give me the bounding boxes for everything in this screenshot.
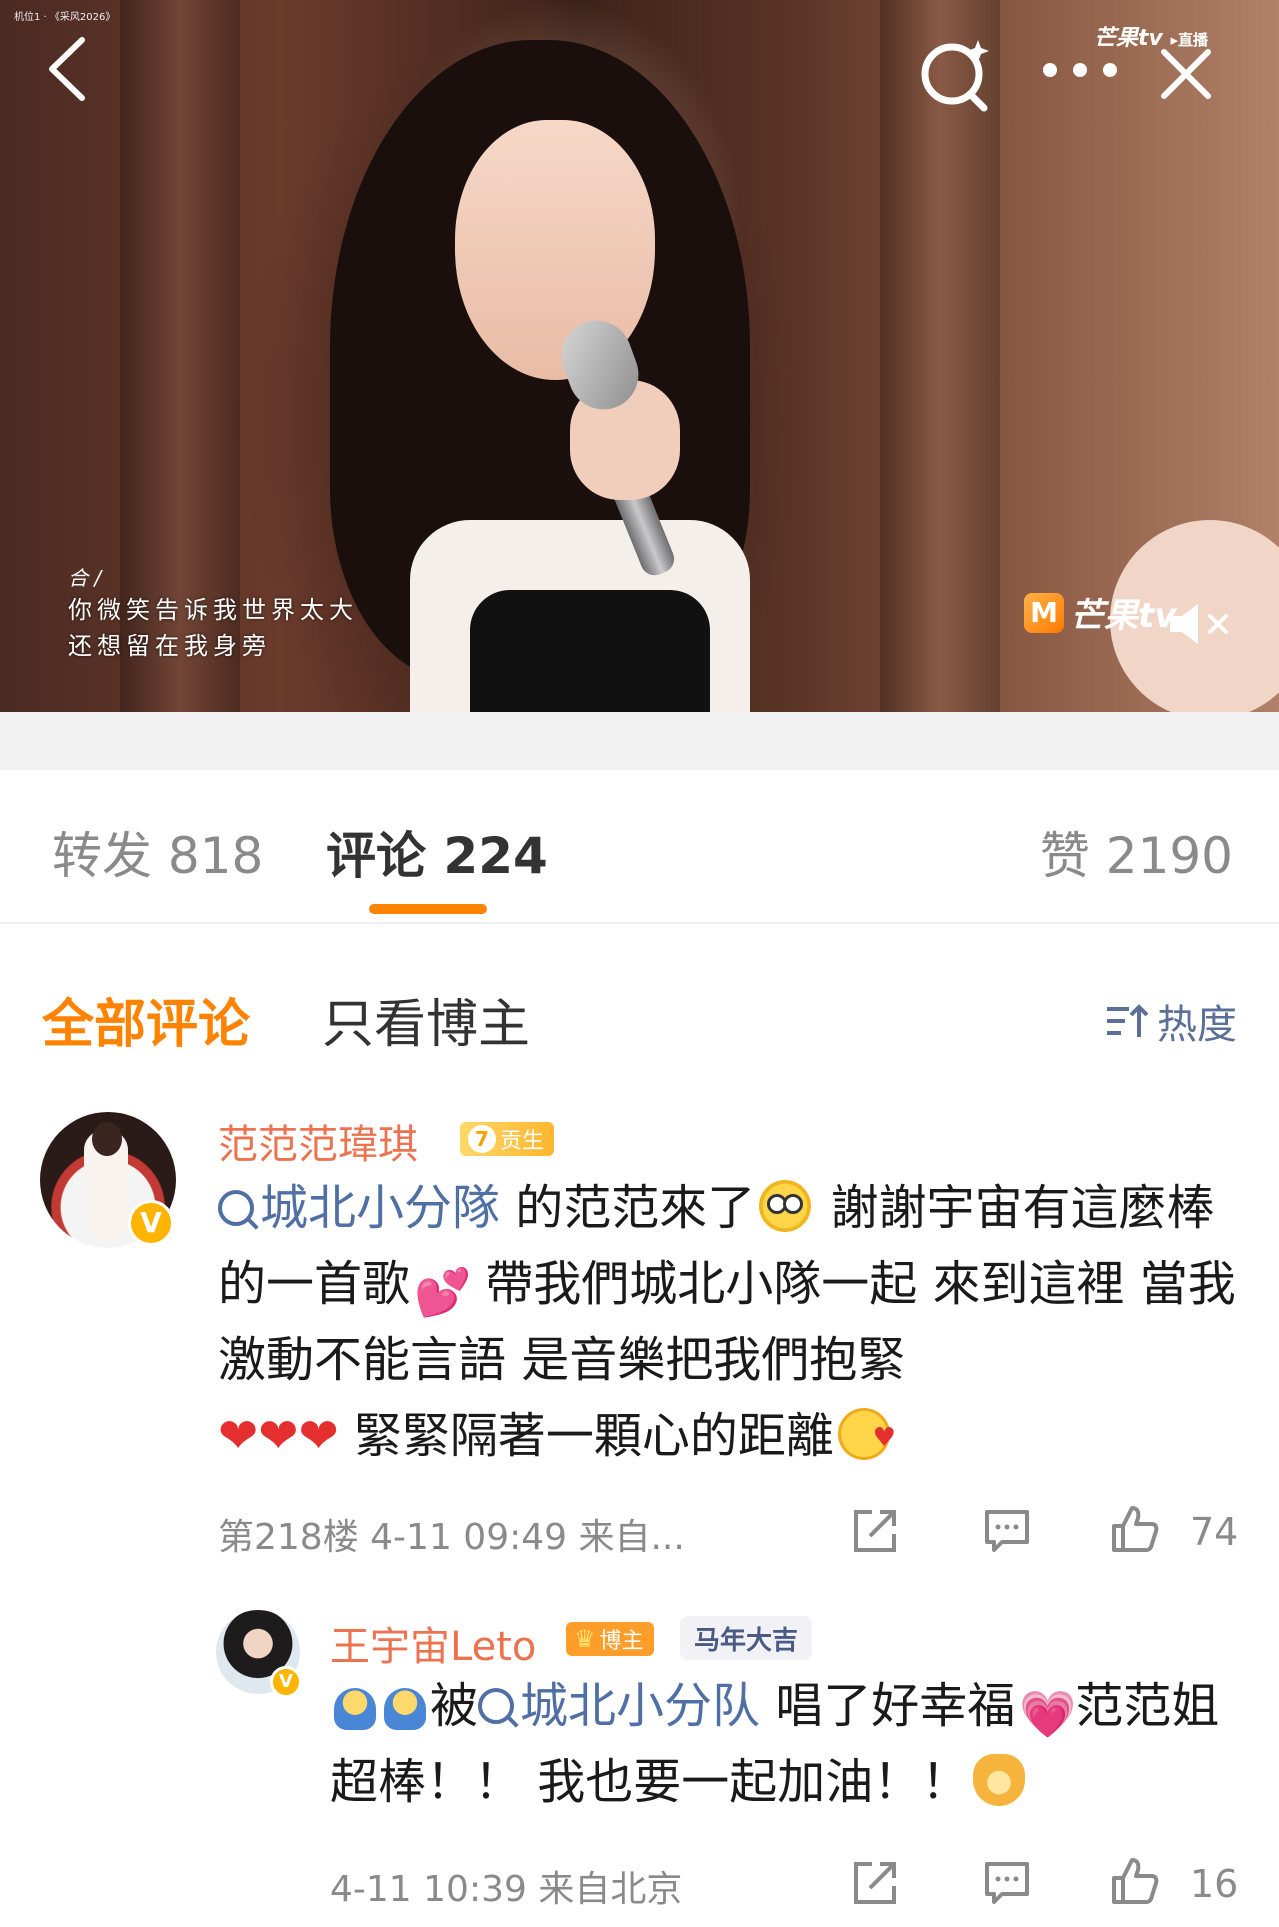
- fan-level-label: 贡生: [500, 1129, 545, 1154]
- mango-logo-icon: M: [1024, 592, 1064, 633]
- horse-badge-label: 马年大吉: [694, 1625, 799, 1656]
- reply-icon[interactable]: [982, 1858, 1032, 1908]
- fan-level-badge: 7 贡生: [460, 1122, 555, 1156]
- tab-repost[interactable]: 转发 818: [52, 816, 263, 888]
- comment-text-part: 被: [430, 1678, 479, 1734]
- brand-top-text: 芒果tv: [1094, 26, 1163, 51]
- comment-meta: 4-11 10:39 来自北京: [330, 1869, 683, 1910]
- verified-badge-icon: V: [270, 1666, 302, 1698]
- active-tab-indicator: [369, 904, 487, 914]
- comment-text-part: 的范范來了: [500, 1180, 756, 1236]
- share-icon[interactable]: [850, 1858, 900, 1908]
- comment-text: 城北小分隊 的范范來了 謝謝宇宙有這麼棒的一首歌💕 帶我們城北小隊一起 來到這裡…: [218, 1170, 1248, 1476]
- video-player[interactable]: 机位1 · 《采风2026》 芒果tv ▸直播 合 / 你微笑告诉我世界太大 还…: [0, 0, 1279, 712]
- cheer-emoji-icon: [973, 1754, 1026, 1806]
- singer-bow: [470, 590, 710, 712]
- topic-name: 城北小分队: [520, 1678, 761, 1734]
- topic-search-icon: [218, 1190, 254, 1226]
- sort-by-hot-button[interactable]: 热度: [1105, 992, 1237, 1050]
- section-divider: [0, 712, 1279, 770]
- sort-label: 热度: [1157, 1002, 1237, 1048]
- reply-icon[interactable]: [982, 1506, 1032, 1556]
- mute-icon[interactable]: [1166, 600, 1236, 648]
- like-count: 16: [1190, 1862, 1239, 1906]
- close-icon[interactable]: [1158, 46, 1214, 102]
- comment-author-name[interactable]: 王宇宙Leto: [330, 1614, 536, 1672]
- crown-icon: ♛: [574, 1625, 596, 1653]
- flushed-face-emoji-icon: [759, 1180, 812, 1232]
- comment-meta: 第218楼 4-11 09:49 来自...: [218, 1517, 685, 1558]
- two-hearts-emoji-icon: 💕: [414, 1265, 472, 1319]
- topic-link[interactable]: 城北小分隊: [218, 1180, 500, 1236]
- like-icon[interactable]: [1110, 1504, 1160, 1554]
- comment-text: 被城北小分队 唱了好幸福💗范范姐超棒！！ 我也要一起加油！！: [330, 1668, 1230, 1820]
- like-icon[interactable]: [1110, 1856, 1160, 1906]
- tab-likes[interactable]: 赞 2190: [1040, 816, 1233, 888]
- topic-link[interactable]: 城北小分队: [478, 1678, 760, 1734]
- kid-emoji-icon: [334, 1688, 376, 1730]
- post-tabs: 转发 818 评论 224 赞 2190: [0, 770, 1279, 924]
- topic-search-icon: [478, 1688, 515, 1724]
- search-icon[interactable]: [918, 36, 994, 112]
- blogger-badge: ♛ 博主: [566, 1622, 654, 1656]
- avatar-head: [92, 1122, 122, 1156]
- smiling-hearts-emoji-icon: [837, 1400, 896, 1476]
- like-count: 74: [1190, 1510, 1239, 1554]
- more-icon[interactable]: [1040, 60, 1120, 80]
- verified-badge-icon: V: [128, 1200, 174, 1246]
- blogger-badge-label: 博主: [599, 1629, 644, 1654]
- sort-icon: [1107, 1004, 1149, 1037]
- video-channel-caption: 机位1 · 《采风2026》: [14, 12, 116, 23]
- red-hearts-emoji-icon: ❤❤❤: [218, 1408, 339, 1464]
- horse-year-badge: 马年大吉: [680, 1616, 813, 1660]
- back-icon[interactable]: [44, 34, 88, 104]
- tab-comments[interactable]: 评论 224: [326, 816, 548, 888]
- lyric-line-2: 还想留在我身旁: [68, 632, 271, 660]
- topic-name: 城北小分隊: [260, 1180, 501, 1236]
- filter-owner-only[interactable]: 只看博主: [322, 982, 530, 1057]
- comment-author-name[interactable]: 范范范瑋琪: [218, 1112, 418, 1170]
- comment-text-part: 緊緊隔著一顆心的距離: [338, 1408, 834, 1464]
- filter-all-comments[interactable]: 全部评论: [42, 982, 250, 1057]
- lyric-singer-tag: 合 /: [68, 566, 102, 590]
- comment-text-part: 唱了好幸福: [760, 1678, 1016, 1734]
- share-icon[interactable]: [850, 1506, 900, 1556]
- mango-tv-watermark: M 芒果tv: [1024, 588, 1176, 637]
- kid-emoji-icon: [384, 1688, 426, 1730]
- heart-emoji-icon: 💗: [1019, 1687, 1077, 1741]
- lyric-line-1: 你微笑告诉我世界太大: [68, 596, 358, 624]
- watermark-text: 芒果tv: [1070, 596, 1177, 636]
- fan-level-number: 7: [468, 1125, 496, 1153]
